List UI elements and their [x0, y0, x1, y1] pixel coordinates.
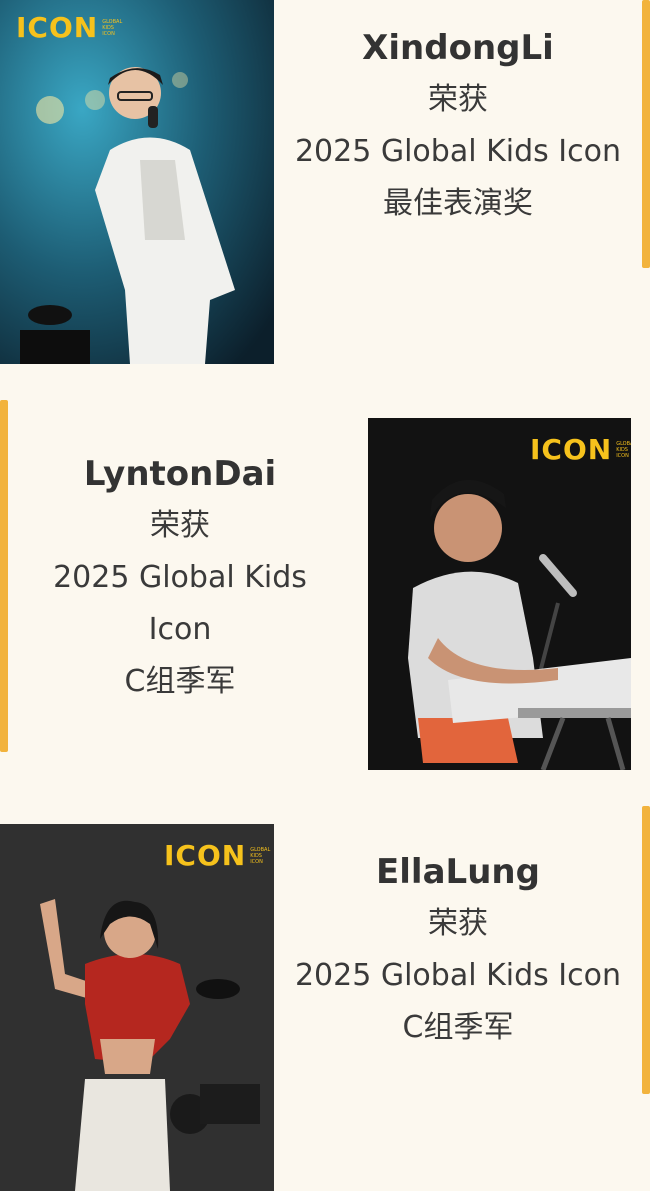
winner-photo-1: ICON GLOBAL KIDS ICON: [0, 0, 274, 364]
performer-piano-image: [368, 418, 631, 770]
winner-card-1: ICON GLOBAL KIDS ICON XindongLi 荣获 2025 …: [0, 0, 650, 365]
winner-name: EllaLung: [376, 852, 540, 892]
logo-tagline: GLOBAL KIDS ICON: [250, 847, 271, 865]
winner-photo-2: ICON GLOBAL KIDS ICON: [368, 418, 631, 770]
performer-dancing-image: [0, 824, 274, 1191]
award-event: 2025 Global Kids Icon: [294, 134, 622, 169]
award-label: 荣获: [428, 906, 488, 941]
winner-card-2: LyntonDai 荣获 2025 Global Kids Icon C组季军: [0, 400, 650, 790]
logo-wordmark: ICON: [16, 11, 99, 44]
logo-wordmark: ICON: [530, 433, 613, 466]
winner-caption-2: LyntonDai 荣获 2025 Global Kids Icon C组季军: [20, 448, 340, 708]
winner-card-3: ICON GLOBAL KIDS ICON EllaLung 荣获 2025 G…: [0, 806, 650, 1191]
logo-tagline: GLOBAL KIDS ICON: [616, 441, 631, 459]
performer-singing-image: [0, 0, 274, 364]
award-title: C组季军: [402, 1010, 514, 1045]
icon-logo-3: ICON GLOBAL KIDS ICON: [164, 842, 274, 870]
logo-tagline: GLOBAL KIDS ICON: [102, 19, 123, 37]
award-title: C组季军: [124, 664, 236, 699]
award-event: 2025 Global Kids: [53, 560, 307, 595]
icon-logo-2: ICON GLOBAL KIDS ICON: [530, 436, 631, 464]
accent-bar-left-2: [0, 400, 8, 752]
accent-bar-right-3: [642, 806, 650, 1094]
award-label: 荣获: [150, 508, 210, 543]
winner-name: XindongLi: [362, 28, 554, 68]
icon-logo-1: ICON GLOBAL KIDS ICON: [16, 14, 126, 42]
winner-name: LyntonDai: [83, 454, 277, 494]
award-label: 荣获: [428, 82, 488, 117]
winner-photo-3: ICON GLOBAL KIDS ICON: [0, 824, 274, 1191]
winner-caption-3: EllaLung 荣获 2025 Global Kids Icon C组季军: [280, 846, 636, 1054]
winner-caption-1: XindongLi 荣获 2025 Global Kids Icon 最佳表演奖: [280, 22, 636, 230]
accent-bar-right-1: [642, 0, 650, 268]
award-event-cont: Icon: [148, 612, 212, 647]
award-event: 2025 Global Kids Icon: [294, 958, 622, 993]
logo-wordmark: ICON: [164, 839, 247, 872]
award-title: 最佳表演奖: [383, 186, 533, 221]
